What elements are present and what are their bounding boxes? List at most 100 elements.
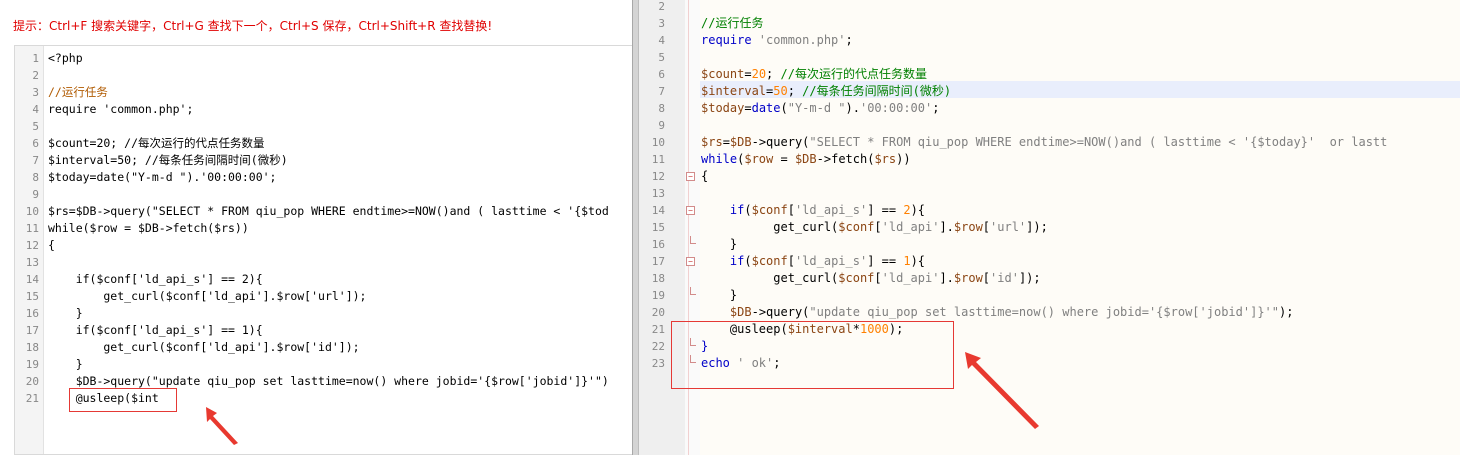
right-code-line[interactable]: 7 $interval=50; //每条任务间隔时间(微秒) bbox=[639, 83, 1460, 100]
left-code-line[interactable]: 18 get_curl($conf['ld_api'].$row['id']); bbox=[15, 339, 636, 356]
left-code-line[interactable]: 4 require 'common.php'; bbox=[15, 101, 636, 118]
line-number: 15 bbox=[25, 290, 39, 303]
code-text: get_curl($conf['ld_api'].$row['id']); bbox=[701, 271, 1041, 285]
left-code-line[interactable]: 3 //运行任务 bbox=[15, 84, 636, 101]
line-number: 4 bbox=[32, 103, 39, 116]
left-annotation-arrow-icon bbox=[206, 407, 238, 445]
right-code-line[interactable]: 10 $rs=$DB->query("SELECT * FROM qiu_pop … bbox=[639, 134, 1460, 151]
line-number: 10 bbox=[25, 205, 39, 218]
code-text: { bbox=[48, 238, 55, 252]
right-code-line[interactable]: 20 $DB->query("update qiu_pop set lastti… bbox=[639, 304, 1460, 321]
left-code-line[interactable]: 6 $count=20; //每次运行的代点任务数量 bbox=[15, 135, 636, 152]
left-code-line[interactable]: 19 } bbox=[15, 356, 636, 373]
code-text: require 'common.php'; bbox=[701, 33, 853, 47]
right-code-line[interactable]: 5 bbox=[639, 49, 1460, 66]
line-number: 17 bbox=[25, 324, 39, 337]
line-number: 8 bbox=[658, 102, 665, 115]
left-code-line[interactable]: 13 bbox=[15, 254, 636, 271]
fold-toggle-icon[interactable]: − bbox=[686, 257, 695, 266]
code-text: } bbox=[48, 306, 83, 320]
right-highlight-box bbox=[671, 321, 954, 389]
left-code-line[interactable]: 2 bbox=[15, 67, 636, 84]
right-code-line[interactable]: 13 bbox=[639, 185, 1460, 202]
left-code-line[interactable]: 16 } bbox=[15, 305, 636, 322]
right-code-line[interactable]: 9 bbox=[639, 117, 1460, 134]
line-number: 11 bbox=[651, 153, 665, 166]
line-number: 17 bbox=[651, 255, 665, 268]
line-number: 21 bbox=[25, 392, 39, 405]
right-code-line[interactable]: 17 − if($conf['ld_api_s'] == 1){ bbox=[639, 253, 1460, 270]
fold-toggle-icon[interactable]: − bbox=[686, 206, 695, 215]
fold-toggle-icon[interactable]: − bbox=[686, 172, 695, 181]
shortcut-tip: 提示：Ctrl+F 搜索关键字，Ctrl+G 查找下一个，Ctrl+S 保存，C… bbox=[13, 19, 493, 33]
line-number: 10 bbox=[651, 136, 665, 149]
left-editor-pane: 提示：Ctrl+F 搜索关键字，Ctrl+G 查找下一个，Ctrl+S 保存，C… bbox=[0, 0, 636, 455]
right-code-line[interactable]: 15 get_curl($conf['ld_api'].$row['url'])… bbox=[639, 219, 1460, 236]
right-code-line[interactable]: 14 − if($conf['ld_api_s'] == 2){ bbox=[639, 202, 1460, 219]
right-code-line[interactable]: 16 } bbox=[639, 236, 1460, 253]
left-code-line[interactable]: 8 $today=date("Y-m-d ").'00:00:00'; bbox=[15, 169, 636, 186]
right-code-line[interactable]: 6 $count=20; //每次运行的代点任务数量 bbox=[639, 66, 1460, 83]
line-number: 14 bbox=[651, 204, 665, 217]
code-text: get_curl($conf['ld_api'].$row['url']); bbox=[48, 289, 367, 303]
right-code-line[interactable]: 4 require 'common.php'; bbox=[639, 32, 1460, 49]
right-code-line[interactable]: 18 get_curl($conf['ld_api'].$row['id']); bbox=[639, 270, 1460, 287]
left-code-line[interactable]: 5 bbox=[15, 118, 636, 135]
code-text: $today=date("Y-m-d ").'00:00:00'; bbox=[701, 101, 940, 115]
line-number: 16 bbox=[651, 238, 665, 251]
line-number: 19 bbox=[651, 289, 665, 302]
pane-divider[interactable] bbox=[632, 0, 639, 455]
left-code-line[interactable]: 11 while($row = $DB->fetch($rs)) bbox=[15, 220, 636, 237]
line-number: 13 bbox=[25, 256, 39, 269]
code-text: $count=20; //每次运行的代点任务数量 bbox=[48, 136, 265, 150]
code-text: get_curl($conf['ld_api'].$row['url']); bbox=[701, 220, 1048, 234]
left-code-line[interactable]: 14 if($conf['ld_api_s'] == 2){ bbox=[15, 271, 636, 288]
code-text: { bbox=[701, 169, 709, 183]
code-text: } bbox=[48, 357, 83, 371]
code-text: $count=20; //每次运行的代点任务数量 bbox=[701, 67, 927, 81]
left-code-line[interactable]: 10 $rs=$DB->query("SELECT * FROM qiu_pop … bbox=[15, 203, 636, 220]
code-text: $rs=$DB->query("SELECT * FROM qiu_pop WH… bbox=[48, 204, 609, 218]
line-number: 2 bbox=[32, 69, 39, 82]
line-number: 22 bbox=[651, 340, 665, 353]
line-number: 16 bbox=[25, 307, 39, 320]
right-code-line[interactable]: 19 } bbox=[639, 287, 1460, 304]
line-number: 20 bbox=[25, 375, 39, 388]
line-number: 5 bbox=[32, 120, 39, 133]
right-annotation-arrow-icon bbox=[965, 352, 1039, 429]
code-text: require 'common.php'; bbox=[48, 102, 194, 116]
line-number: 2 bbox=[658, 0, 665, 13]
line-number: 18 bbox=[25, 341, 39, 354]
line-number: 12 bbox=[651, 170, 665, 183]
line-number: 20 bbox=[651, 306, 665, 319]
code-text: if($conf['ld_api_s'] == 2){ bbox=[729, 203, 926, 217]
left-code-line[interactable]: 9 bbox=[15, 186, 636, 203]
right-code-line[interactable]: 3 //运行任务 bbox=[639, 15, 1460, 32]
code-text: <?php bbox=[48, 51, 83, 65]
code-text: $interval=50; //每条任务间隔时间(微秒) bbox=[48, 153, 288, 167]
right-code-line[interactable]: 8 $today=date("Y-m-d ").'00:00:00'; bbox=[639, 100, 1460, 117]
line-number: 1 bbox=[32, 52, 39, 65]
right-code-line[interactable]: 2 bbox=[639, 0, 1460, 15]
line-number: 13 bbox=[651, 187, 665, 200]
left-code-line[interactable]: 17 if($conf['ld_api_s'] == 1){ bbox=[15, 322, 636, 339]
left-code-line[interactable]: 15 get_curl($conf['ld_api'].$row['url'])… bbox=[15, 288, 636, 305]
line-number: 9 bbox=[658, 119, 665, 132]
left-code-line[interactable]: 7 $interval=50; //每条任务间隔时间(微秒) bbox=[15, 152, 636, 169]
left-code-line[interactable]: 1 <?php bbox=[15, 50, 636, 67]
line-number: 7 bbox=[32, 154, 39, 167]
code-text: if($conf['ld_api_s'] == 2){ bbox=[48, 272, 263, 286]
line-number: 3 bbox=[32, 86, 39, 99]
right-code-line[interactable]: 12 −{ bbox=[639, 168, 1460, 185]
right-code-line[interactable]: 11 while($row = $DB->fetch($rs)) bbox=[639, 151, 1460, 168]
code-text: $today=date("Y-m-d ").'00:00:00'; bbox=[48, 170, 277, 184]
fold-end-icon bbox=[690, 287, 696, 295]
code-text: //运行任务 bbox=[48, 85, 108, 99]
left-code-line[interactable]: 12 { bbox=[15, 237, 636, 254]
line-number: 19 bbox=[25, 358, 39, 371]
line-number: 18 bbox=[651, 272, 665, 285]
code-text: get_curl($conf['ld_api'].$row['id']); bbox=[48, 340, 360, 354]
code-text: $DB->query("update qiu_pop set lasttime=… bbox=[729, 305, 1294, 319]
line-number: 11 bbox=[25, 222, 39, 235]
line-number: 8 bbox=[32, 171, 39, 184]
